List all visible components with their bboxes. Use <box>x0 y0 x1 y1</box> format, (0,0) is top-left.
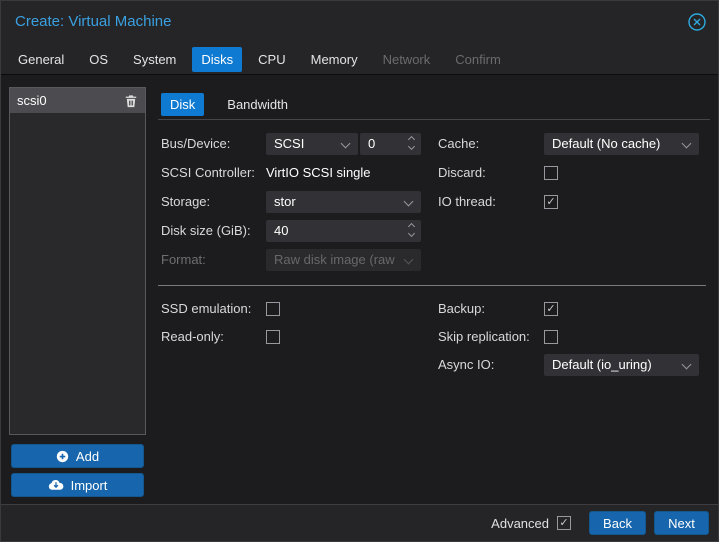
chevron-down-icon <box>682 360 692 370</box>
backup-label: Backup: <box>438 298 485 320</box>
tab-confirm: Confirm <box>446 47 510 72</box>
ssd-emulation-label: SSD emulation: <box>161 298 251 320</box>
titlebar: Create: Virtual Machine <box>1 1 718 43</box>
tab-memory[interactable]: Memory <box>302 47 367 72</box>
io-thread-label: IO thread: <box>438 191 496 213</box>
skip-replication-label: Skip replication: <box>438 326 530 348</box>
advanced-label: Advanced <box>491 516 549 531</box>
trash-icon[interactable] <box>124 94 138 108</box>
add-button-label: Add <box>76 449 99 464</box>
create-vm-dialog: Create: Virtual Machine General OS Syste… <box>0 0 719 542</box>
backup-checkbox[interactable] <box>544 302 558 316</box>
storage-select[interactable]: stor <box>266 191 421 213</box>
discard-checkbox[interactable] <box>544 166 558 180</box>
cache-select[interactable]: Default (No cache) <box>544 133 699 155</box>
read-only-label: Read-only: <box>161 326 224 348</box>
tab-network: Network <box>374 47 440 72</box>
format-select: Raw disk image (raw <box>266 249 421 271</box>
storage-label: Storage: <box>161 191 210 213</box>
disk-list-panel: scsi0 <box>9 87 146 435</box>
discard-label: Discard: <box>438 162 486 184</box>
disk-item-label: scsi0 <box>17 93 124 108</box>
io-thread-checkbox[interactable] <box>544 195 558 209</box>
disks-tab-content: scsi0 Add Im <box>1 74 718 506</box>
disk-list-item-scsi0[interactable]: scsi0 <box>10 88 145 113</box>
tab-general[interactable]: General <box>9 47 73 72</box>
subtab-disk[interactable]: Disk <box>161 93 204 116</box>
form-separator <box>158 285 706 286</box>
bus-select[interactable]: SCSI <box>266 133 358 155</box>
device-number-stepper[interactable]: 0 <box>360 133 421 155</box>
read-only-checkbox[interactable] <box>266 330 280 344</box>
ssd-emulation-checkbox[interactable] <box>266 302 280 316</box>
import-button[interactable]: Import <box>11 473 144 497</box>
bus-device-label: Bus/Device: <box>161 133 230 155</box>
import-cloud-icon <box>48 479 64 491</box>
tab-cpu[interactable]: CPU <box>249 47 294 72</box>
chevron-down-icon <box>341 139 351 149</box>
wizard-tabbar: General OS System Disks CPU Memory Netwo… <box>9 46 510 72</box>
async-io-select[interactable]: Default (io_uring) <box>544 354 699 376</box>
dialog-title: Create: Virtual Machine <box>15 13 171 30</box>
spinner-arrows-icon[interactable] <box>409 137 414 149</box>
spinner-arrows-icon[interactable] <box>409 224 414 236</box>
add-icon <box>56 450 69 463</box>
footer-bar: Advanced Back Next <box>1 504 718 541</box>
chevron-down-icon <box>404 197 414 207</box>
next-button[interactable]: Next <box>654 511 709 535</box>
import-button-label: Import <box>71 478 108 493</box>
back-button[interactable]: Back <box>589 511 646 535</box>
tab-disks[interactable]: Disks <box>192 47 242 72</box>
format-label: Format: <box>161 249 206 271</box>
async-io-label: Async IO: <box>438 354 494 376</box>
scsi-controller-label: SCSI Controller: <box>161 162 255 184</box>
advanced-checkbox[interactable] <box>557 516 571 530</box>
tab-os[interactable]: OS <box>80 47 117 72</box>
disk-size-stepper[interactable]: 40 <box>266 220 421 242</box>
tab-system[interactable]: System <box>124 47 185 72</box>
close-icon[interactable] <box>687 12 707 32</box>
chevron-down-icon <box>682 139 692 149</box>
disk-size-label: Disk size (GiB): <box>161 220 251 242</box>
chevron-down-icon <box>404 255 414 265</box>
subtab-bandwidth[interactable]: Bandwidth <box>218 93 297 116</box>
subtab-separator <box>158 119 710 120</box>
add-button[interactable]: Add <box>11 444 144 468</box>
cache-label: Cache: <box>438 133 479 155</box>
disk-subtabs: Disk Bandwidth <box>161 92 297 117</box>
skip-replication-checkbox[interactable] <box>544 330 558 344</box>
scsi-controller-value: VirtIO SCSI single <box>266 162 371 184</box>
